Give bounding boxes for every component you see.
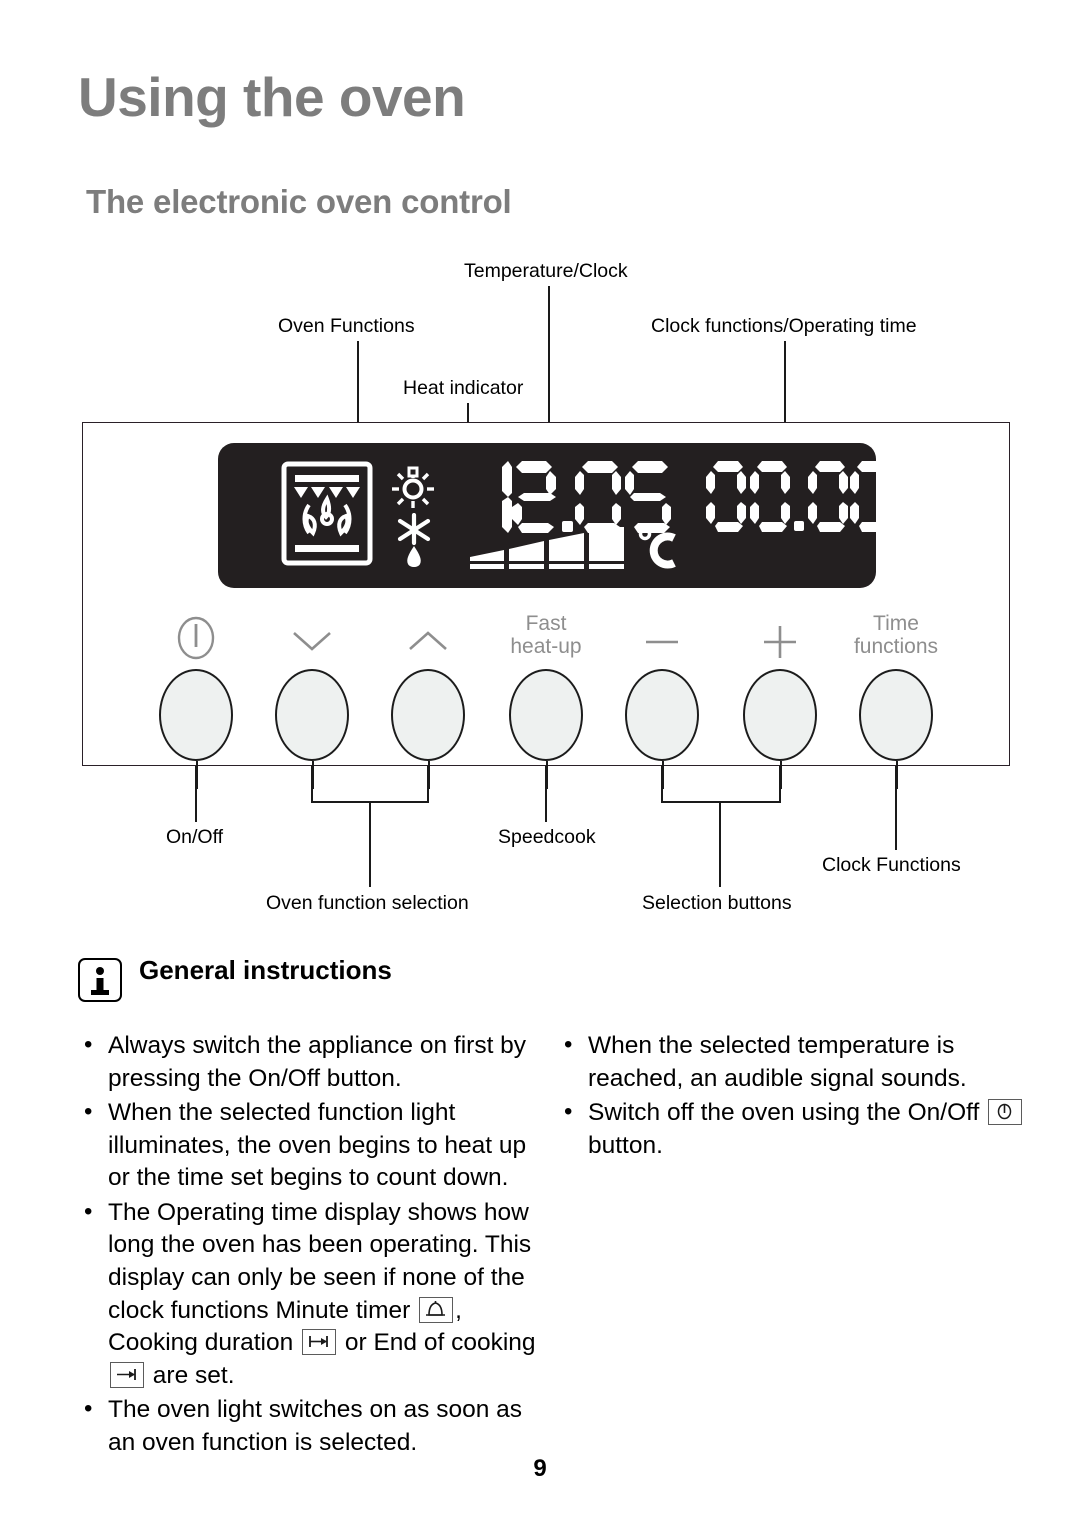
instructions-column-right: When the selected temperature is reached… (558, 1029, 1028, 1164)
leader-temperature-clock (548, 286, 550, 422)
label-clock-functions-operating-time: Clock functions/Operating time (651, 315, 917, 337)
info-icon (78, 958, 122, 1002)
instruction-text: Always switch the appliance on first by … (108, 1032, 527, 1092)
bracket-oven-function-right (427, 766, 429, 802)
fast-heat-up-button[interactable] (509, 669, 583, 761)
document-page: Using the oven The electronic oven contr… (0, 0, 1080, 1529)
instruction-bullet: The Operating time display shows how lon… (78, 1196, 548, 1392)
plus-icon (760, 622, 800, 667)
time-functions-label: Time functions (853, 612, 939, 658)
oven-function-up-button[interactable] (391, 669, 465, 761)
label-clock-functions-bottom: Clock Functions (822, 854, 961, 876)
label-temperature-clock: Temperature/Clock (464, 260, 628, 282)
instruction-bullet: Always switch the appliance on first by … (78, 1029, 548, 1095)
instruction-bullet: When the selected temperature is reached… (558, 1029, 1028, 1095)
instruction-bullet: The oven light switches on as soon as an… (78, 1393, 548, 1459)
time-functions-label-line2: functions (853, 634, 939, 658)
page-title: Using the oven (78, 66, 466, 128)
oven-light-icon (390, 465, 436, 516)
instruction-text: When the selected function light illumin… (108, 1099, 527, 1192)
chevron-down-icon (290, 628, 334, 659)
power-box-icon (988, 1099, 1023, 1126)
time-functions-button[interactable] (859, 669, 933, 761)
instruction-text: button. (588, 1131, 663, 1159)
bracket-selection-left (661, 766, 663, 802)
info-icon-foot (91, 990, 109, 995)
leader-on-off (195, 766, 197, 822)
fast-heat-up-label: Fast heat-up (510, 612, 582, 658)
info-icon-dot (96, 967, 104, 975)
chevron-up-icon (406, 628, 450, 659)
instructions-column-left: Always switch the appliance on first by … (78, 1029, 548, 1462)
defrost-icon (394, 512, 434, 576)
fan-oven-function-icon (281, 461, 373, 571)
leader-selection-buttons (719, 801, 721, 887)
leader-heat-indicator (467, 403, 469, 422)
temperature-unit-label (638, 525, 680, 573)
instruction-text: The Operating time display shows how lon… (108, 1198, 532, 1324)
instruction-text: When the selected temperature is reached… (588, 1032, 967, 1092)
instruction-text: or End of cooking (338, 1329, 536, 1357)
power-icon (173, 615, 219, 666)
instruction-bullet: When the selected function light illumin… (78, 1096, 548, 1195)
minus-button[interactable] (625, 669, 699, 761)
operating-time-readout (704, 457, 876, 539)
section-heading: The electronic oven control (86, 183, 512, 220)
fast-heat-up-label-line1: Fast (525, 612, 567, 635)
label-selection-buttons: Selection buttons (642, 892, 792, 914)
bracket-selection-right (779, 766, 781, 802)
label-on-off: On/Off (166, 826, 224, 848)
instruction-text: The oven light switches on as soon as an… (108, 1396, 523, 1456)
bracket-oven-function-left (311, 766, 313, 802)
general-instructions-heading: General instructions (139, 955, 392, 985)
cooking-duration-icon (302, 1329, 337, 1356)
lcd-display (218, 443, 876, 588)
minus-icon (642, 632, 682, 657)
heat-indicator-bar (468, 525, 634, 580)
instruction-text: are set. (146, 1361, 235, 1389)
bracket-selection-bar (661, 801, 781, 803)
bell-icon (419, 1296, 454, 1323)
label-oven-functions: Oven Functions (278, 315, 415, 337)
page-number: 9 (533, 1455, 547, 1482)
plus-button[interactable] (743, 669, 817, 761)
instruction-text: Switch off the oven using the On/Off (588, 1099, 987, 1127)
leader-oven-function-selection (369, 801, 371, 887)
oven-control-panel: Fast heat-up Time functions (82, 422, 1010, 789)
leader-clock-functions-bottom (895, 766, 897, 850)
leader-clock-functions (784, 341, 786, 422)
on-off-button[interactable] (159, 669, 233, 761)
leader-oven-functions (357, 341, 359, 422)
instruction-bullet: Switch off the oven using the On/Off but… (558, 1096, 1028, 1162)
fast-heat-up-label-line2: heat-up (510, 634, 582, 658)
leader-speedcook (545, 766, 547, 822)
label-oven-function-selection: Oven function selection (266, 892, 469, 914)
label-speedcook: Speedcook (498, 826, 596, 848)
end-of-cooking-icon (110, 1361, 144, 1388)
time-functions-label-line1: Time (873, 612, 919, 635)
oven-function-down-button[interactable] (275, 669, 349, 761)
label-heat-indicator: Heat indicator (403, 377, 524, 399)
